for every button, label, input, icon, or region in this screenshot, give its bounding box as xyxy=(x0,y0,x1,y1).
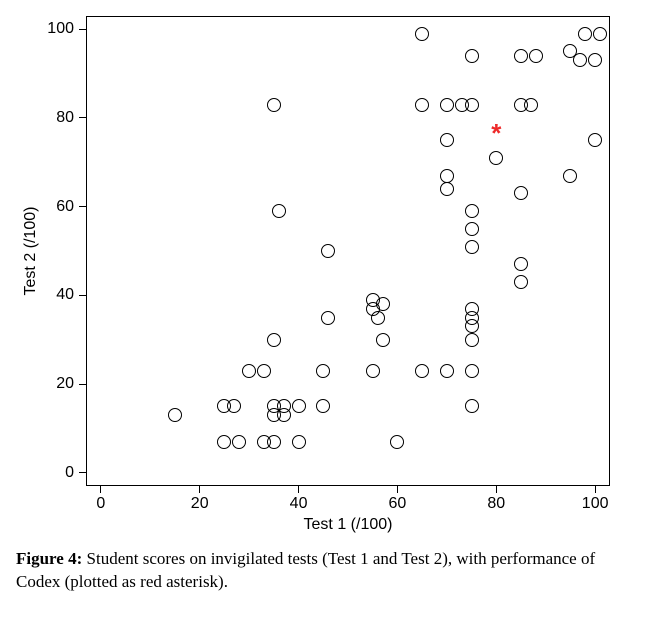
student-marker xyxy=(217,435,231,449)
student-marker xyxy=(316,364,330,378)
y-tick-label: 60 xyxy=(56,198,74,216)
figure-caption-text: Student scores on invigilated tests (Tes… xyxy=(16,549,595,591)
figure-label: Figure 4: xyxy=(16,549,82,568)
student-marker xyxy=(465,240,479,254)
x-tick xyxy=(199,486,200,493)
student-marker xyxy=(573,53,587,67)
student-marker xyxy=(267,98,281,112)
student-marker xyxy=(465,222,479,236)
student-marker xyxy=(232,435,246,449)
x-tick xyxy=(595,486,596,493)
y-tick xyxy=(79,472,86,473)
figure-caption: Figure 4: Student scores on invigilated … xyxy=(16,548,631,594)
scatter-plot xyxy=(86,16,610,486)
student-marker xyxy=(524,98,538,112)
y-tick xyxy=(79,117,86,118)
student-marker xyxy=(588,133,602,147)
student-marker xyxy=(588,53,602,67)
student-marker xyxy=(390,435,404,449)
student-marker xyxy=(563,169,577,183)
student-marker xyxy=(578,27,592,41)
student-marker xyxy=(440,169,454,183)
student-marker xyxy=(489,151,503,165)
student-marker xyxy=(277,399,291,413)
y-tick xyxy=(79,206,86,207)
x-tick-label: 60 xyxy=(389,495,407,513)
student-marker xyxy=(415,98,429,112)
student-marker xyxy=(593,27,607,41)
student-marker xyxy=(514,275,528,289)
student-marker xyxy=(440,182,454,196)
student-marker xyxy=(465,399,479,413)
y-tick xyxy=(79,384,86,385)
x-axis-title: Test 1 (/100) xyxy=(304,516,393,534)
student-marker xyxy=(415,364,429,378)
student-marker xyxy=(465,364,479,378)
student-marker xyxy=(267,333,281,347)
student-marker xyxy=(267,435,281,449)
x-tick-label: 80 xyxy=(487,495,505,513)
student-marker xyxy=(321,311,335,325)
student-marker xyxy=(316,399,330,413)
student-marker xyxy=(440,98,454,112)
student-marker xyxy=(465,49,479,63)
y-tick-label: 100 xyxy=(47,20,74,38)
x-tick-label: 100 xyxy=(582,495,609,513)
student-marker xyxy=(415,27,429,41)
student-marker xyxy=(465,302,479,316)
codex-marker: * xyxy=(491,120,501,146)
student-marker xyxy=(376,333,390,347)
student-marker xyxy=(292,435,306,449)
figure-container: Test 1 (/100) Test 2 (/100) Figure 4: St… xyxy=(0,0,647,619)
student-marker xyxy=(371,311,385,325)
student-marker xyxy=(366,364,380,378)
x-tick xyxy=(496,486,497,493)
student-marker xyxy=(440,364,454,378)
y-tick-label: 80 xyxy=(56,109,74,127)
y-axis-title: Test 2 (/100) xyxy=(22,207,40,296)
student-marker xyxy=(321,244,335,258)
student-marker xyxy=(292,399,306,413)
student-marker xyxy=(529,49,543,63)
student-marker xyxy=(465,204,479,218)
x-tick-label: 0 xyxy=(96,495,105,513)
y-tick xyxy=(79,295,86,296)
x-tick-label: 20 xyxy=(191,495,209,513)
student-marker xyxy=(242,364,256,378)
y-tick-label: 40 xyxy=(56,286,74,304)
student-marker xyxy=(168,408,182,422)
x-tick xyxy=(397,486,398,493)
student-marker xyxy=(514,257,528,271)
student-marker xyxy=(227,399,241,413)
y-tick xyxy=(79,29,86,30)
student-marker xyxy=(440,133,454,147)
student-marker xyxy=(465,98,479,112)
y-tick-label: 20 xyxy=(56,375,74,393)
y-tick-label: 0 xyxy=(65,464,74,482)
student-marker xyxy=(272,204,286,218)
x-tick xyxy=(298,486,299,493)
x-tick xyxy=(100,486,101,493)
student-marker xyxy=(465,333,479,347)
student-marker xyxy=(514,186,528,200)
x-tick-label: 40 xyxy=(290,495,308,513)
student-marker xyxy=(376,297,390,311)
student-marker xyxy=(514,49,528,63)
student-marker xyxy=(257,364,271,378)
